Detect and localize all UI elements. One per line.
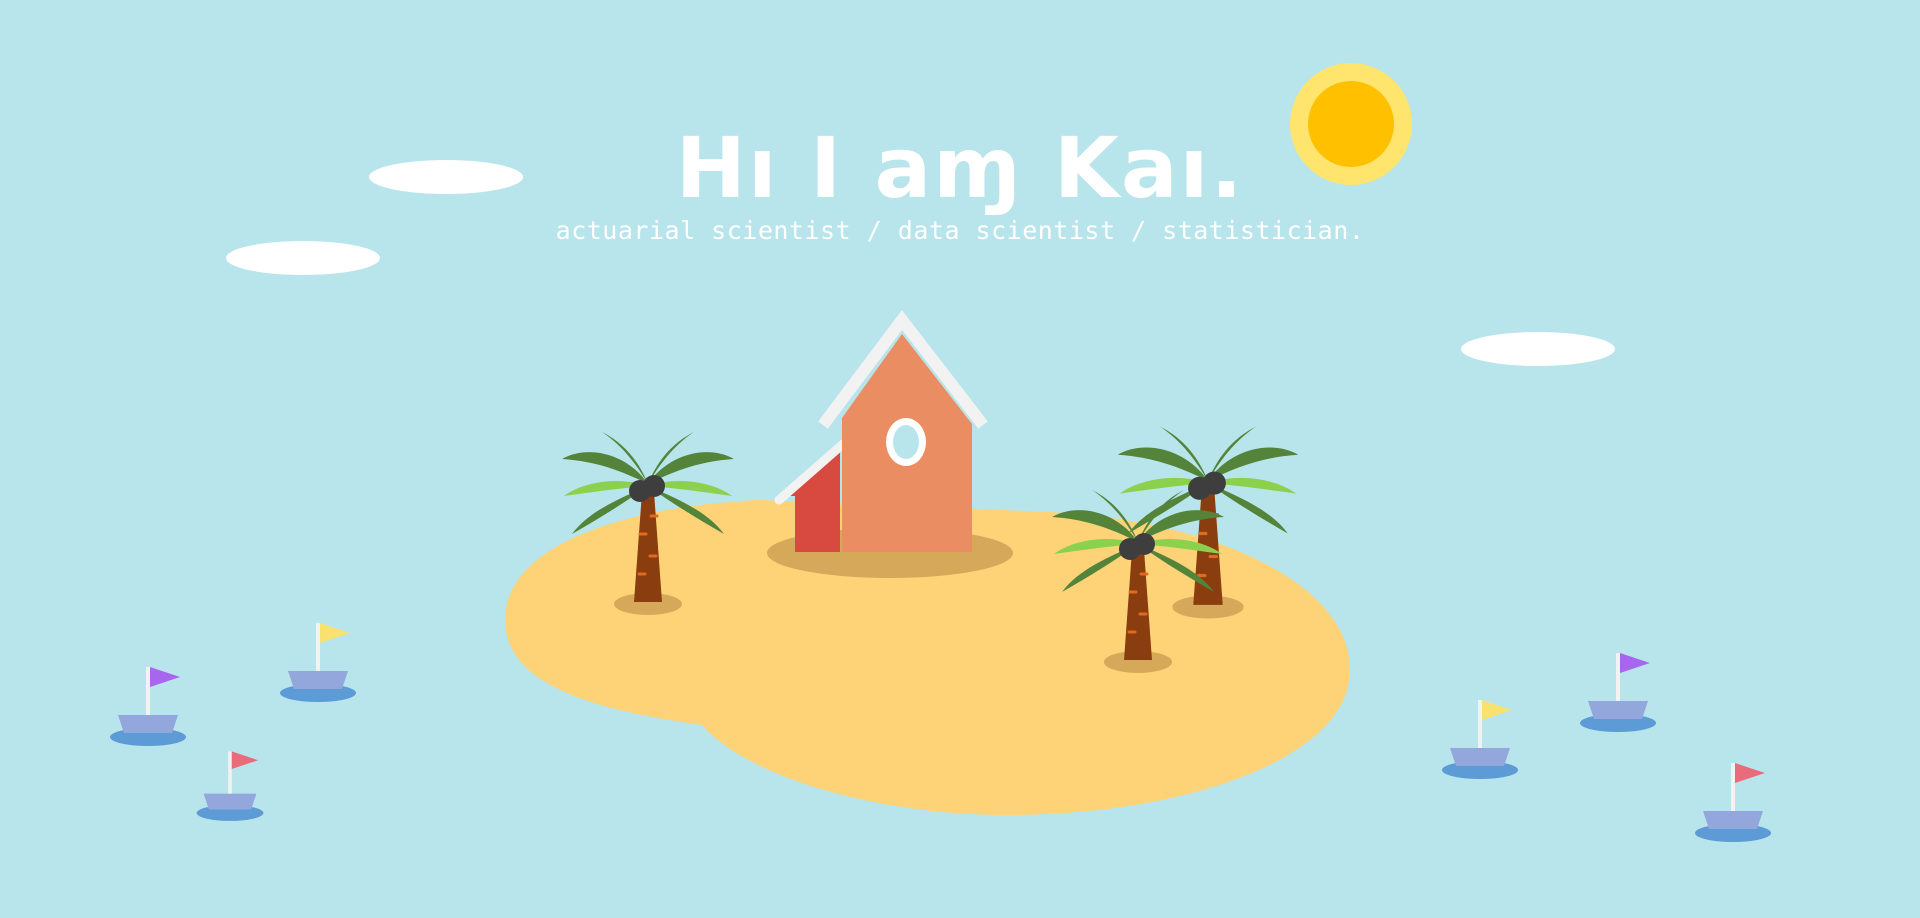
flag-icon: [150, 667, 180, 687]
sailboat-icon: [1580, 653, 1656, 732]
cloud-icon: [1461, 332, 1615, 366]
sailboat-icon: [110, 667, 186, 746]
sailboat-icon: [280, 623, 356, 702]
sailboat-icon: [196, 751, 264, 821]
flag-icon: [1482, 700, 1512, 720]
sailboat-icon: [1442, 700, 1518, 779]
flag-icon: [231, 751, 259, 769]
house-icon: [767, 310, 1013, 578]
flag-icon: [1735, 763, 1765, 783]
page-title: Hı I aɱ Kaı.: [675, 119, 1245, 217]
flag-icon: [320, 623, 350, 643]
page-subtitle: actuarial scientist / data scientist / s…: [555, 216, 1365, 245]
flag-icon: [1620, 653, 1650, 673]
sailboat-icon: [1695, 763, 1771, 842]
